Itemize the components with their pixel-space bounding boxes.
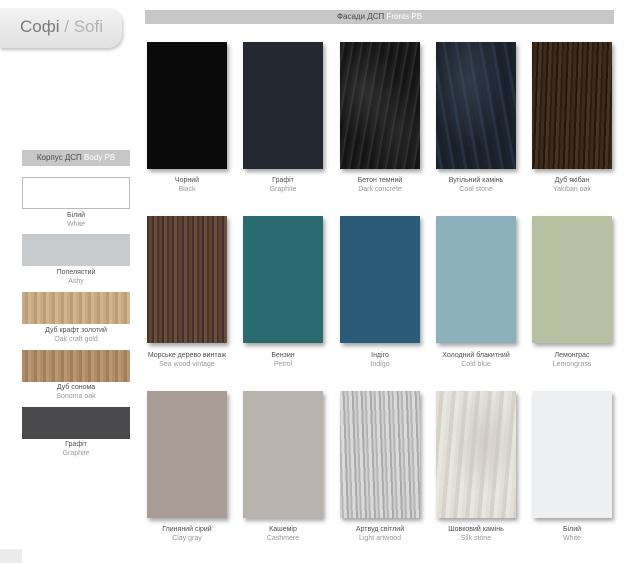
page-title: Софі / Sofi xyxy=(20,17,103,37)
body-label-ashy: Попелястий Ashy xyxy=(0,268,152,286)
front-label-uk: Шовковий камінь xyxy=(448,526,504,533)
front-label-en: Clay gray xyxy=(172,535,202,542)
front-label-white: Білий White xyxy=(524,525,620,543)
body-header-en: Body PB xyxy=(84,153,116,162)
body-label-uk: Білий xyxy=(66,212,86,219)
front-label-black: Чорний Black xyxy=(139,176,235,194)
body-label-uk: Попелястий xyxy=(56,269,96,276)
front-label-dark-concrete: Бетон темний Dark concrete xyxy=(332,176,428,194)
body-label-en: Graphite xyxy=(62,450,90,457)
front-label-en: Cashmere xyxy=(266,535,300,542)
front-label-cold-blue: Холодний блакитний Cold blue xyxy=(428,351,524,369)
front-label-en: Indigo xyxy=(370,361,390,368)
front-label-uk: Глиняний сірий xyxy=(162,526,212,533)
front-label-en: Sea wood vintage xyxy=(159,361,215,368)
front-label-en: White xyxy=(563,535,581,542)
front-label-en: Silk stone xyxy=(460,535,492,542)
body-swatch-sonoma-oak xyxy=(22,350,130,382)
front-swatch-white xyxy=(532,391,612,518)
front-label-uk: Чорний xyxy=(174,177,200,184)
front-swatch-sea-wood-vintage xyxy=(147,216,227,343)
fronts-header-uk: Фасади ДСП xyxy=(336,12,385,21)
front-swatch-lemongrass xyxy=(532,216,612,343)
front-label-uk: Лемонграс xyxy=(554,352,590,359)
front-label-uk: Морське дерево винтаж xyxy=(147,352,227,359)
body-label-white: Білий White xyxy=(0,211,152,229)
front-label-uk: Графіт xyxy=(272,177,294,184)
front-label-indigo: Індіго Indigo xyxy=(332,351,428,369)
front-label-graphite: Графіт Graphite xyxy=(235,176,331,194)
front-label-uk: Білий xyxy=(562,526,582,533)
front-label-en: Light artwood xyxy=(358,535,402,542)
front-swatch-coal-stone xyxy=(436,42,516,169)
front-swatch-indigo xyxy=(340,216,420,343)
title-en: Sofi xyxy=(73,17,103,36)
fronts-header-en: Fronts PB xyxy=(386,12,423,21)
body-swatch-ashy xyxy=(22,234,130,266)
front-swatch-cold-blue xyxy=(436,216,516,343)
body-header-uk: Корпус ДСП xyxy=(36,153,82,162)
body-header: Корпус ДСП Body PB xyxy=(22,150,130,166)
body-label-en: Ashy xyxy=(68,278,84,285)
front-label-uk: Кашемір xyxy=(269,526,297,533)
front-swatch-cashmere xyxy=(243,391,323,518)
body-label-en: Sonoma oak xyxy=(56,393,96,400)
front-label-en: Dark concrete xyxy=(358,186,402,193)
front-swatch-light-artwood xyxy=(340,391,420,518)
body-label-uk: Дуб сонома xyxy=(56,384,96,391)
front-label-coal-stone: Вугільний камінь Coal stone xyxy=(428,176,524,194)
front-swatch-graphite xyxy=(243,42,323,169)
body-swatch-oak-craft-gold xyxy=(22,292,130,324)
front-label-uk: Бензин xyxy=(271,352,295,359)
front-label-uk: Артвуд світлий xyxy=(355,526,405,533)
front-label-en: Yakiban oak xyxy=(552,186,591,193)
front-label-lemongrass: Лемонграс Lemongrass xyxy=(524,351,620,369)
front-label-en: Lemongrass xyxy=(552,361,592,368)
title-uk: Софі xyxy=(20,17,60,36)
front-swatch-silk-stone xyxy=(436,391,516,518)
front-swatch-black xyxy=(147,42,227,169)
front-label-petrol: Бензин Petrol xyxy=(235,351,331,369)
fronts-header: Фасади ДСП Fronts PB xyxy=(145,10,614,24)
front-label-en: Cold blue xyxy=(461,361,491,368)
body-label-oak-craft-gold: Дуб крафт золотий Oak craft gold xyxy=(0,326,152,344)
body-label-en: Oak craft gold xyxy=(54,336,98,343)
body-label-sonoma-oak: Дуб сонома Sonoma oak xyxy=(0,383,152,401)
front-label-silk-stone: Шовковий камінь Silk stone xyxy=(428,525,524,543)
body-label-uk: Дуб крафт золотий xyxy=(45,327,107,334)
front-swatch-dark-concrete xyxy=(340,42,420,169)
front-label-light-artwood: Артвуд світлий Light artwood xyxy=(332,525,428,543)
front-label-uk: Індіго xyxy=(371,352,389,359)
front-label-sea-wood-vintage: Морське дерево винтаж Sea wood vintage xyxy=(139,351,235,369)
front-label-uk: Холодний блакитний xyxy=(442,352,510,359)
page-corner-mark xyxy=(0,549,22,563)
front-label-uk: Бетон темний xyxy=(357,177,403,184)
front-label-uk: Вугільний камінь xyxy=(448,177,504,184)
front-swatch-clay-gray xyxy=(147,391,227,518)
front-swatch-yakiban-oak xyxy=(532,42,612,169)
title-separator: / xyxy=(64,17,69,36)
front-label-uk: Дуб якібан xyxy=(554,177,590,184)
body-label-uk: Графіт xyxy=(65,441,87,448)
body-label-en: White xyxy=(67,221,85,228)
front-label-en: Coal stone xyxy=(459,186,493,193)
front-label-clay-gray: Глиняний сірий Clay gray xyxy=(139,525,235,543)
body-swatch-graphite xyxy=(22,407,130,439)
body-swatch-white xyxy=(22,177,130,209)
front-label-en: Petrol xyxy=(273,361,293,368)
body-label-graphite: Графіт Graphite xyxy=(0,440,152,458)
front-label-cashmere: Кашемір Cashmere xyxy=(235,525,331,543)
front-label-yakiban-oak: Дуб якібан Yakiban oak xyxy=(524,176,620,194)
title-tab: Софі / Sofi xyxy=(0,8,122,48)
front-label-en: Graphite xyxy=(269,186,297,193)
front-label-en: Black xyxy=(178,186,196,193)
front-swatch-petrol xyxy=(243,216,323,343)
